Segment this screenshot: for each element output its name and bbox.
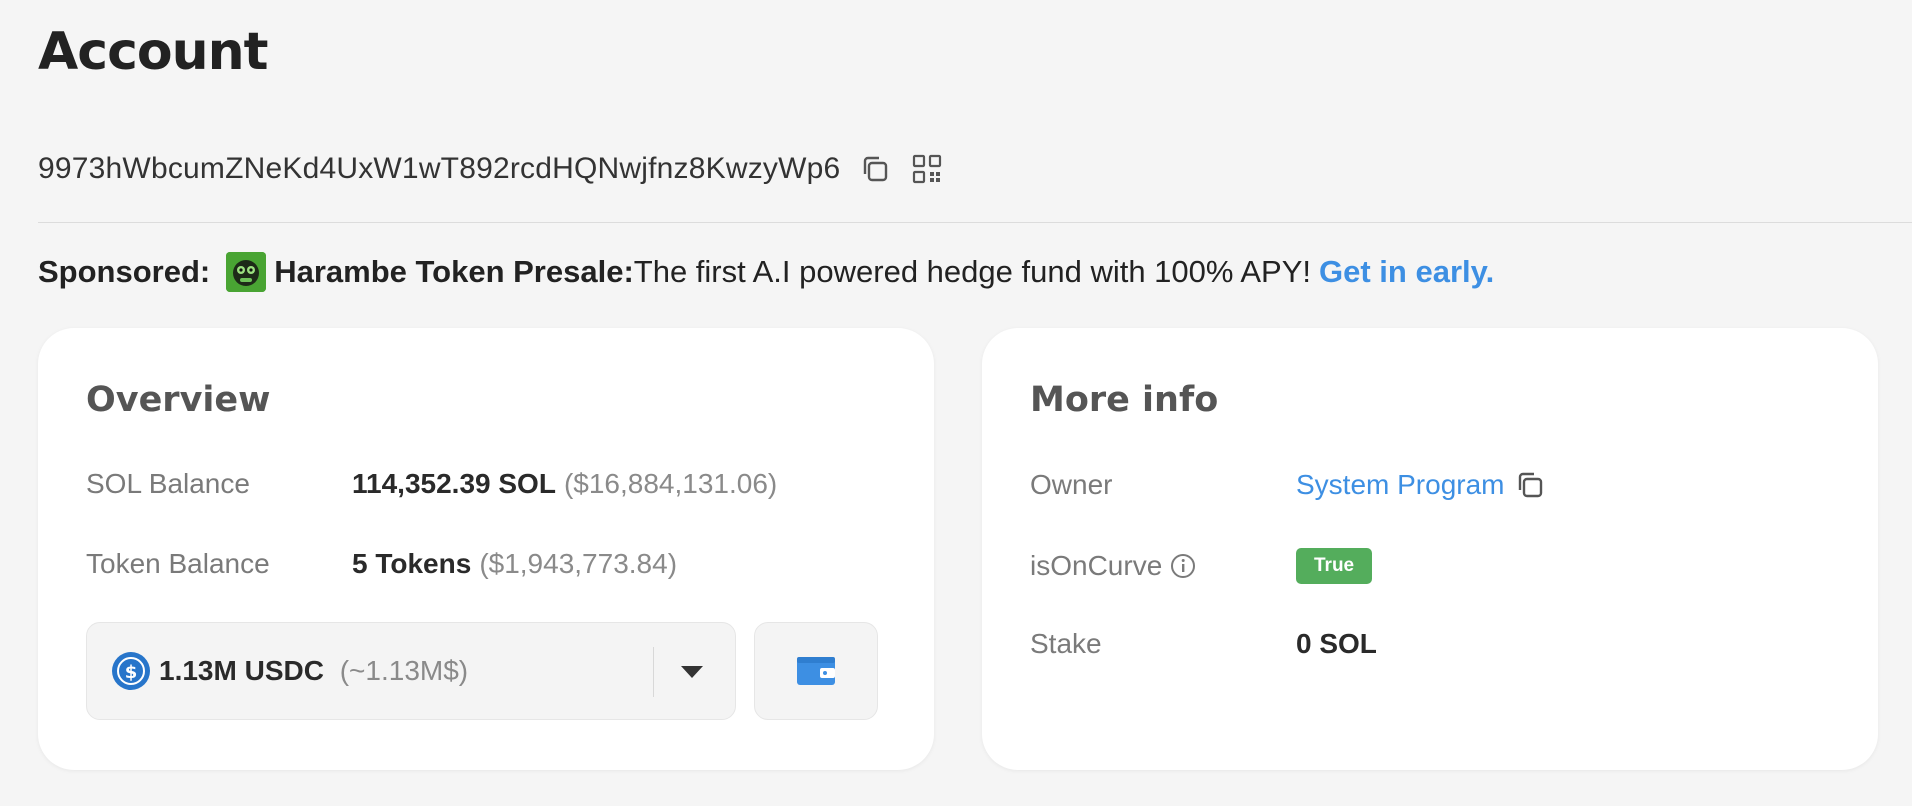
is-on-curve-label-group: isOnCurve (1030, 550, 1296, 582)
wallet-icon (797, 657, 835, 685)
status-badge: True (1296, 548, 1373, 584)
dropdown-separator (653, 647, 654, 697)
header-divider (38, 222, 1912, 223)
sol-balance-value: 114,352.39 SOL (352, 468, 556, 499)
more-info-title: More info (1030, 380, 1219, 420)
token-balance-row: Token Balance 5 Tokens ($1,943,773.84) (86, 548, 886, 580)
account-address: 9973hWbcumZNeKd4UxW1wT892rcdHQNwjfnz8Kwz… (38, 152, 841, 185)
sponsor-text: The first A.I powered hedge fund with 10… (633, 254, 1312, 289)
sol-balance-label: SOL Balance (86, 468, 250, 499)
owner-value-group: System Program (1296, 468, 1547, 502)
is-on-curve-value-group: True (1296, 548, 1373, 584)
owner-link[interactable]: System Program (1296, 469, 1505, 501)
sol-balance-row: SOL Balance 114,352.39 SOL ($16,884,131.… (86, 468, 886, 500)
more-info-card: More info Owner System Program isOnCurve… (982, 328, 1878, 770)
copy-icon[interactable] (858, 152, 892, 186)
qr-code-icon[interactable] (910, 152, 944, 186)
get-in-early-link[interactable]: Get in early. (1319, 254, 1494, 290)
is-on-curve-label: isOnCurve (1030, 550, 1163, 581)
stake-row: Stake 0 SOL (1030, 628, 1830, 660)
sol-balance-value-group: 114,352.39 SOL ($16,884,131.06) (352, 468, 777, 500)
overview-title: Overview (86, 380, 271, 420)
token-balance-value-group: 5 Tokens ($1,943,773.84) (352, 548, 677, 580)
token-balance-label: Token Balance (86, 548, 270, 579)
chevron-down-icon[interactable] (679, 663, 705, 681)
wallet-button[interactable] (754, 622, 878, 720)
svg-text:$: $ (125, 662, 138, 683)
stake-value: 0 SOL (1296, 628, 1377, 659)
token-select-usd: (~1.13M$) (339, 655, 469, 686)
usdc-icon: $ (112, 652, 150, 690)
owner-row: Owner System Program (1030, 468, 1830, 502)
stake-value-group: 0 SOL (1296, 628, 1377, 660)
info-icon[interactable] (1170, 553, 1196, 579)
sponsored-label: Sponsored: (38, 254, 211, 289)
sponsor-name: Harambe Token Presale: (274, 254, 634, 289)
sol-balance-usd: ($16,884,131.06) (563, 468, 778, 499)
copy-icon[interactable] (1513, 468, 1547, 502)
harambe-logo-icon (226, 252, 267, 292)
address-row: 9973hWbcumZNeKd4UxW1wT892rcdHQNwjfnz8Kwz… (38, 152, 944, 186)
sponsored-banner: Sponsored: Harambe Token Presale: The fi… (38, 252, 1494, 292)
owner-label: Owner (1030, 469, 1113, 500)
page-title: Account (38, 22, 269, 82)
token-dropdown[interactable]: $ 1.13M USDC (~1.13M$) (86, 622, 736, 720)
token-select-text: 1.13M USDC (~1.13M$) (159, 655, 468, 687)
token-select-amount: 1.13M USDC (159, 655, 324, 686)
overview-card: Overview SOL Balance 114,352.39 SOL ($16… (38, 328, 934, 770)
token-balance-value: 5 Tokens (352, 548, 472, 579)
token-balance-usd: ($1,943,773.84) (479, 548, 678, 579)
is-on-curve-row: isOnCurve True (1030, 548, 1830, 584)
stake-label: Stake (1030, 628, 1102, 659)
